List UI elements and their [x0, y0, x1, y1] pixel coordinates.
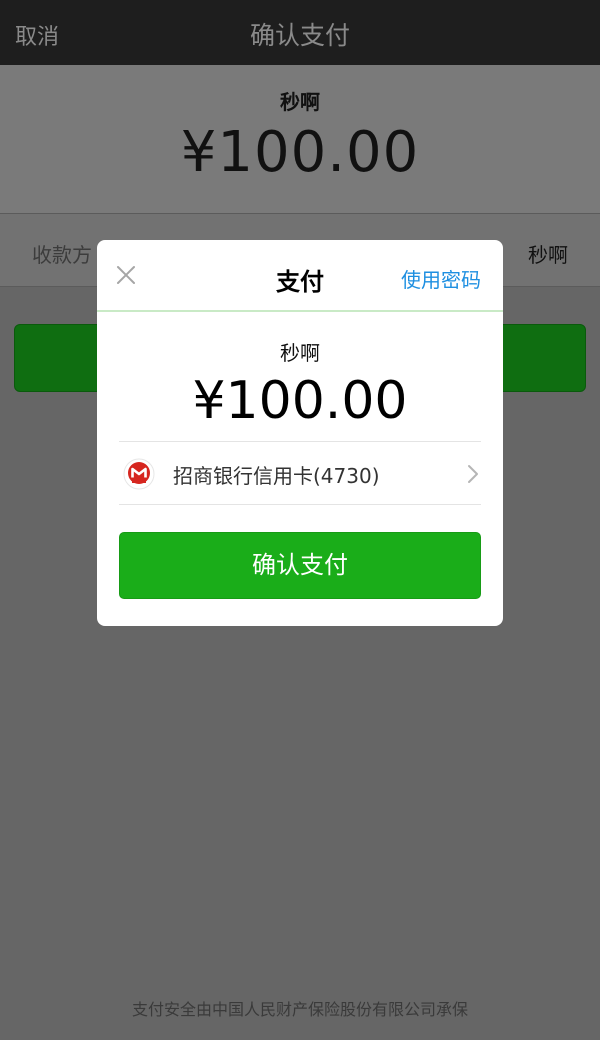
payment-method-label: 招商银行信用卡(4730) [173, 464, 380, 488]
confirm-payment-button[interactable]: 确认支付 [119, 532, 481, 599]
payment-dialog: 支付 使用密码 秒啊 ¥100.00 招商银行信用卡(4730) 确认支付 [97, 240, 503, 626]
navigation-bar: 取消 确认支付 [0, 0, 600, 65]
dialog-payee-name: 秒啊 [280, 341, 320, 365]
cmb-bank-logo-icon [123, 458, 155, 490]
payee-row-label: 收款方 [32, 243, 92, 267]
chevron-right-icon [468, 465, 478, 483]
payee-row-value: 秒啊 [528, 243, 568, 267]
page-title: 确认支付 [249, 21, 350, 50]
dialog-amount: ¥100.00 [192, 371, 408, 431]
divider [119, 504, 481, 505]
use-password-link[interactable]: 使用密码 [401, 264, 481, 293]
payment-screen: 取消 确认支付 秒啊 ¥100.00 收款方 秒啊 支付安全由中国人民财产保险股… [0, 0, 600, 1040]
background-amount: ¥100.00 [180, 120, 420, 185]
insurance-footer-note: 支付安全由中国人民财产保险股份有限公司承保 [131, 1000, 468, 1019]
background-payee-name: 秒啊 [280, 90, 320, 114]
dialog-header-divider [97, 310, 503, 312]
payment-method-selector[interactable]: 招商银行信用卡(4730) [119, 442, 481, 504]
